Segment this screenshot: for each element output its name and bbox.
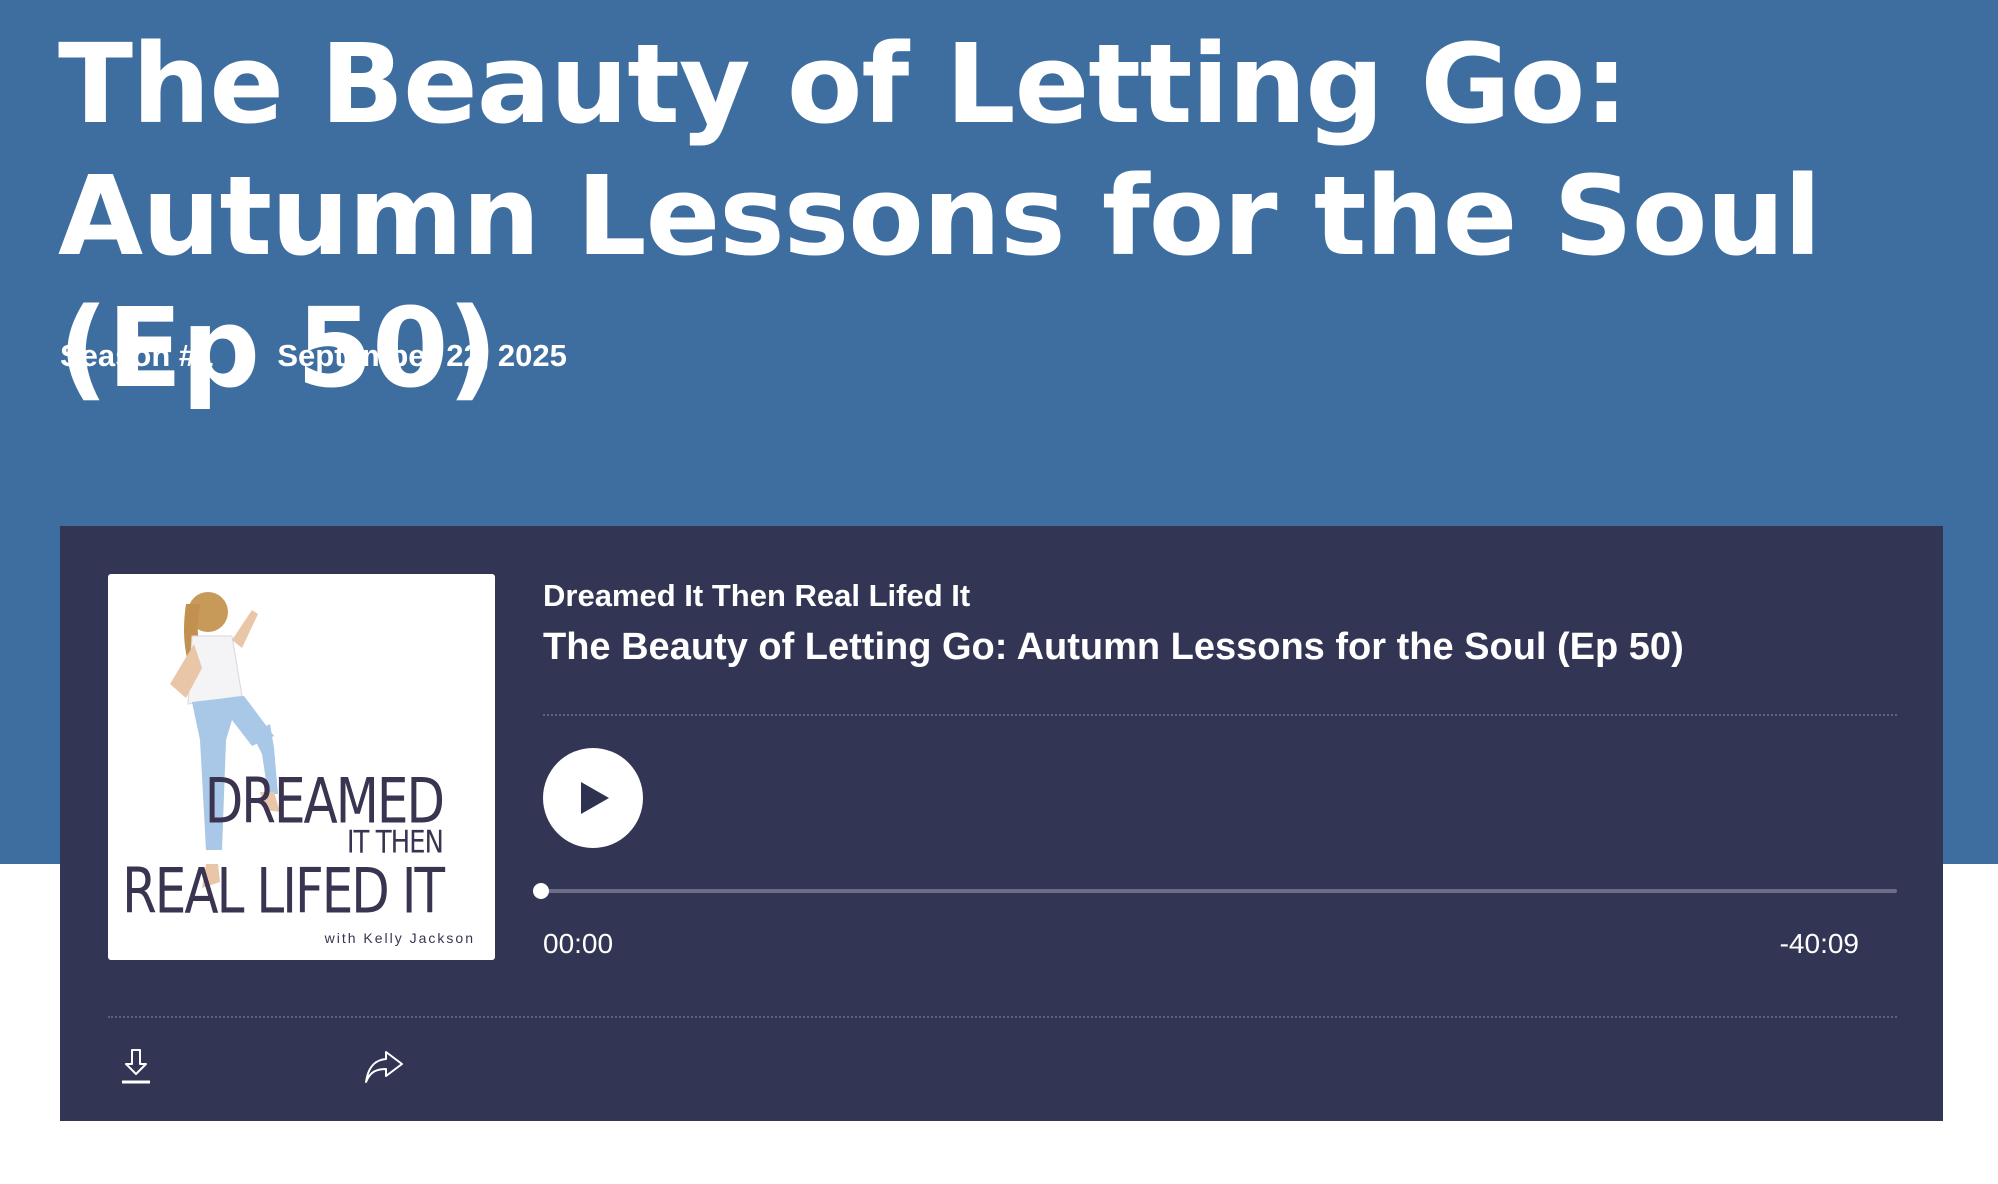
download-icon [122,1049,150,1084]
cover-logo-line-3: REAL LIFED IT [122,854,445,928]
share-icon [365,1051,403,1083]
progress-knob[interactable] [533,883,549,899]
current-time: 00:00 [543,928,614,959]
podcast-cover-art: DREAMED IT THEN REAL LIFED IT with Kelly… [108,574,495,960]
player-episode-title: The Beauty of Letting Go: Autumn Lessons… [543,626,1684,668]
play-button[interactable] [543,748,643,848]
show-name: Dreamed It Then Real Lifed It [543,578,971,613]
cover-logo: DREAMED IT THEN REAL LIFED IT [122,770,445,923]
download-button[interactable] [112,1044,160,1092]
season-label: Season #1 [60,338,214,373]
progress-bar[interactable] [533,883,1897,899]
divider [108,1016,1897,1018]
audio-player: DREAMED IT THEN REAL LIFED IT with Kelly… [60,526,1943,1121]
divider [543,714,1897,716]
play-icon [581,782,609,814]
share-button[interactable] [360,1044,408,1092]
cover-credit: with Kelly Jackson [324,930,475,946]
cover-logo-line-1: DREAMED [204,764,445,838]
remaining-time: -40:09 [1779,928,1859,959]
episode-meta: Season #1 September 22, 2025 [60,338,567,374]
publish-date: September 22, 2025 [277,338,567,373]
